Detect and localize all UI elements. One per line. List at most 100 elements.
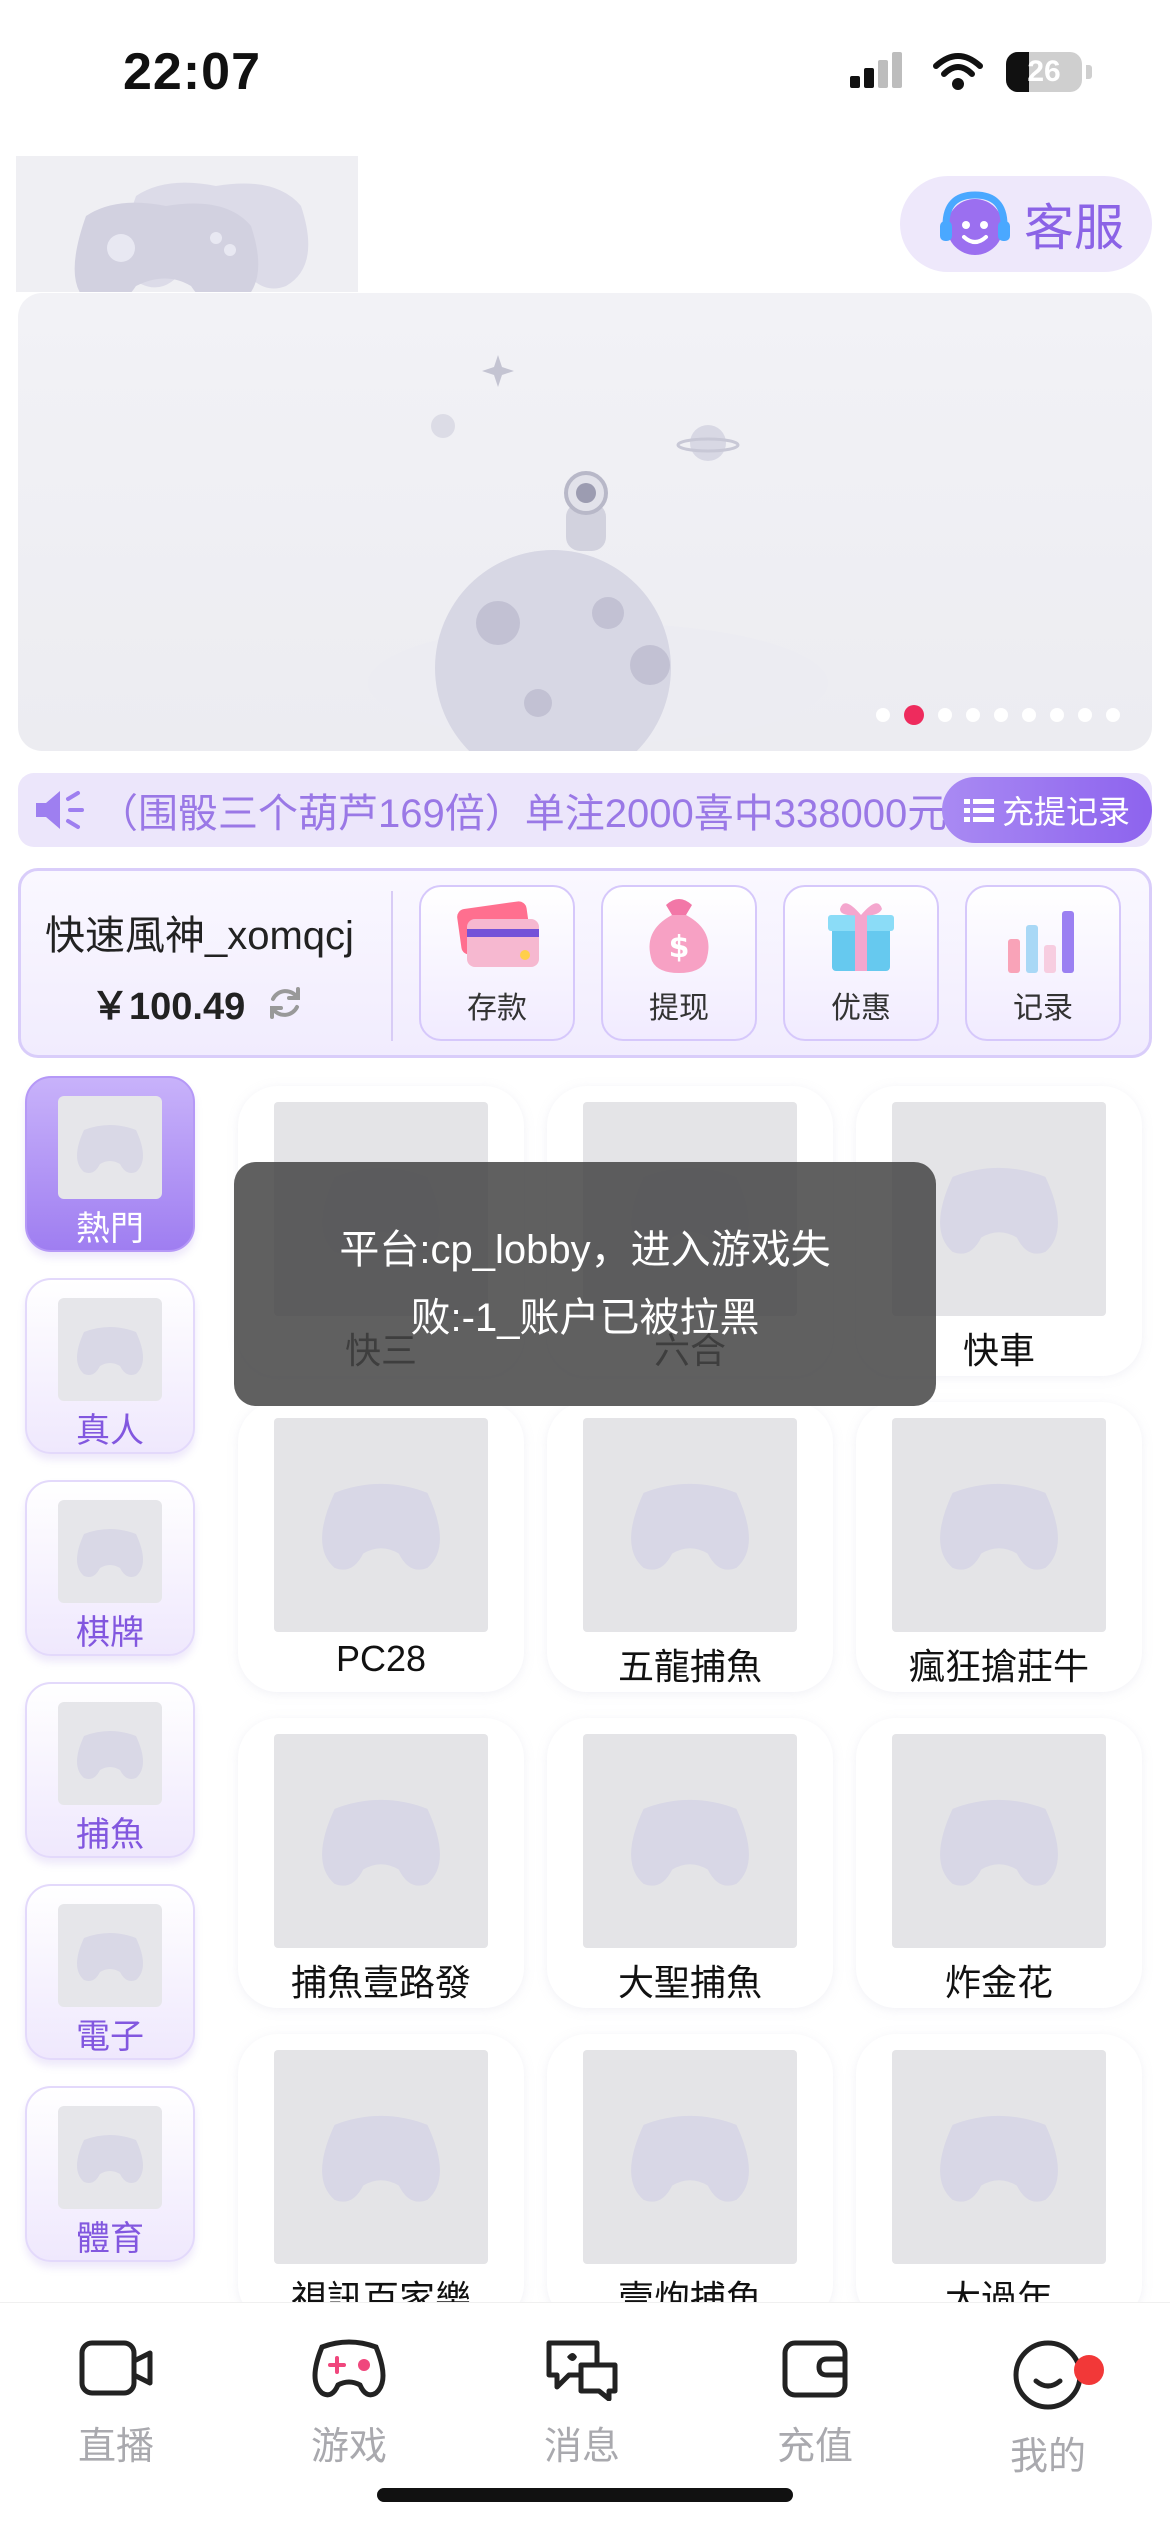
game-tile[interactable]: 視訊百家樂	[238, 2034, 524, 2324]
deposit-withdraw-record-button[interactable]: 充提记录	[941, 777, 1152, 843]
announcement-marquee[interactable]: （围骰三个葫芦169倍）单注2000喜中338000元 充提记录	[18, 773, 1152, 847]
banner-dot-active[interactable]	[904, 705, 924, 725]
promo-banner[interactable]	[18, 293, 1152, 751]
withdraw-button[interactable]: $ 提现	[601, 885, 757, 1041]
status-bar: 22:07 26	[0, 0, 1170, 150]
category-thumbnail	[58, 1298, 162, 1401]
game-tile[interactable]: 五龍捕魚	[547, 1402, 833, 1692]
category-thumbnail	[58, 1702, 162, 1805]
game-label: 捕魚壹路發	[290, 1962, 471, 2003]
gift-icon	[828, 903, 894, 971]
nav-label: 游戏	[310, 2426, 387, 2468]
game-tile[interactable]: 壹炮捕魚	[547, 2034, 833, 2324]
category-cards[interactable]: 棋牌	[25, 1480, 195, 1656]
game-thumbnail	[274, 1734, 488, 1948]
home-indicator	[377, 2488, 793, 2502]
deposit-button[interactable]: 存款	[419, 885, 575, 1041]
banner-dot[interactable]	[1106, 708, 1120, 722]
banner-dot[interactable]	[966, 708, 980, 722]
category-label: 捕魚	[76, 1816, 144, 1854]
balance-amount: ￥100.49	[91, 986, 246, 1028]
category-thumbnail	[58, 2106, 162, 2209]
category-live[interactable]: 真人	[25, 1278, 195, 1454]
nav-label: 消息	[543, 2426, 620, 2468]
category-sports[interactable]: 體育	[25, 2086, 195, 2262]
panel-divider	[391, 891, 393, 1041]
game-thumbnail	[274, 1418, 488, 1632]
game-thumbnail	[892, 2050, 1106, 2264]
gamepad-icon	[322, 1799, 440, 1886]
notification-badge	[1074, 2355, 1104, 2385]
nav-label: 直播	[77, 2426, 154, 2468]
gamepad-icon	[940, 2115, 1058, 2202]
game-tile[interactable]: 瘋狂搶莊牛	[856, 1402, 1142, 1692]
nav-live[interactable]: 直播	[26, 2335, 206, 2470]
user-wallet-panel: 快速風神_xomqcj ￥100.49 存款 $ 提现 优惠 记录	[18, 868, 1152, 1058]
records-button[interactable]: 记录	[965, 885, 1121, 1041]
game-tile[interactable]: PC28	[238, 1402, 524, 1692]
gamepad-icon	[77, 1124, 143, 1173]
banner-dot[interactable]	[1078, 708, 1092, 722]
status-icons: 26	[850, 52, 1092, 92]
game-label: 五龍捕魚	[617, 1646, 762, 1687]
category-slots[interactable]: 電子	[25, 1884, 195, 2060]
gamepad-icon	[940, 1483, 1058, 1570]
promotion-button[interactable]: 优惠	[783, 885, 939, 1041]
banner-dot[interactable]	[994, 708, 1008, 722]
gamepad-icon	[312, 2339, 386, 2398]
toast-message: 平台:cp_lobby，进入游戏失败:-1_账户已被拉黑	[339, 1228, 831, 1340]
gamepad-icon	[77, 1932, 143, 1981]
error-toast: 平台:cp_lobby，进入游戏失败:-1_账户已被拉黑	[234, 1162, 936, 1406]
nav-recharge[interactable]: 充值	[725, 2335, 905, 2470]
game-tile[interactable]: 大聖捕魚	[547, 1718, 833, 2008]
gamepad-icon	[940, 1167, 1058, 1254]
category-label: 棋牌	[76, 1614, 144, 1652]
wifi-icon	[933, 53, 983, 90]
game-thumbnail	[583, 2050, 797, 2264]
announcement-text: （围骰三个葫芦169倍）单注2000喜中338000元	[98, 792, 948, 836]
category-hot[interactable]: 熱門	[25, 1076, 195, 1252]
banner-dot[interactable]	[1022, 708, 1036, 722]
category-thumbnail	[58, 1904, 162, 2007]
game-label: PC28	[335, 1638, 427, 1679]
game-thumbnail	[892, 1418, 1106, 1632]
game-thumbnail	[892, 1734, 1106, 1948]
nav-label: 我的	[1009, 2436, 1086, 2478]
game-thumbnail	[274, 2050, 488, 2264]
gamepad-icon	[77, 1528, 143, 1577]
game-tile[interactable]: 大過年	[856, 2034, 1142, 2324]
game-thumbnail	[583, 1418, 797, 1632]
gamepad-icon	[940, 1799, 1058, 1886]
category-fishing[interactable]: 捕魚	[25, 1682, 195, 1858]
wallet-icon	[782, 2340, 848, 2398]
money-bag-icon: $	[649, 899, 709, 973]
balance: ￥100.49	[91, 975, 305, 1030]
banner-pagination	[876, 705, 1120, 725]
withdraw-label: 提现	[649, 992, 709, 1025]
moon-astronaut-illustration	[368, 355, 828, 751]
svg-text:$: $	[669, 930, 690, 965]
game-label: 炸金花	[944, 1962, 1053, 2003]
gamepad-icon	[322, 2115, 440, 2202]
gamepad-placeholder-icon	[74, 182, 309, 292]
list-icon	[963, 799, 994, 822]
banner-dot[interactable]	[938, 708, 952, 722]
game-tile[interactable]: 捕魚壹路發	[238, 1718, 524, 2008]
speaker-icon	[18, 773, 98, 847]
nav-games[interactable]: 游戏	[259, 2335, 439, 2470]
gamepad-icon	[77, 1326, 143, 1375]
nav-messages[interactable]: 消息	[492, 2335, 672, 2470]
customer-service-button[interactable]: 客服	[900, 176, 1152, 272]
game-tile[interactable]: 炸金花	[856, 1718, 1142, 2008]
category-thumbnail	[58, 1096, 162, 1199]
bar-chart-icon	[1008, 911, 1074, 973]
nav-me[interactable]: 我的	[958, 2335, 1138, 2480]
battery-icon: 26	[1006, 52, 1082, 92]
game-label: 大聖捕魚	[617, 1962, 762, 2003]
headset-icon	[940, 191, 1010, 255]
refresh-icon[interactable]	[265, 983, 305, 1023]
banner-dot[interactable]	[1050, 708, 1064, 722]
records-label: 记录	[1013, 992, 1073, 1025]
banner-dot[interactable]	[876, 708, 890, 722]
camera-icon	[79, 2340, 153, 2396]
